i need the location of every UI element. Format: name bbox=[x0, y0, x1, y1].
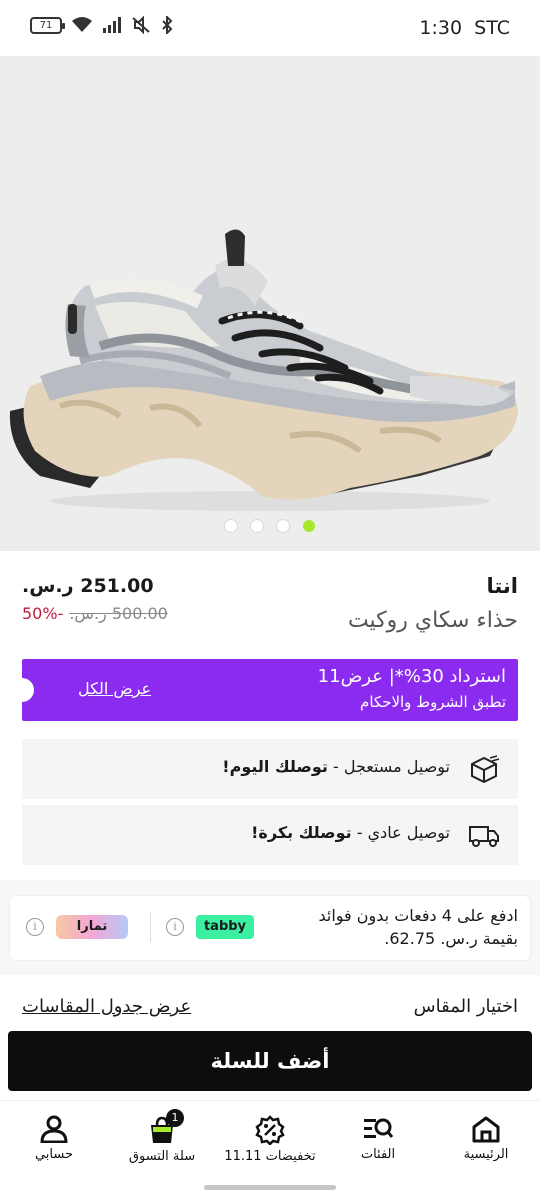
signal-icon bbox=[103, 17, 121, 33]
cart-count-badge: 1 bbox=[166, 1109, 184, 1127]
carousel-dot[interactable] bbox=[251, 520, 263, 532]
truck-icon bbox=[469, 826, 499, 847]
nav-categories[interactable]: الفئات bbox=[324, 1101, 432, 1172]
current-price: 251.00 ر.س. bbox=[22, 575, 154, 597]
installment-box[interactable]: ادفع على 4 دفعات بدون فوائد بقيمة ر.س. 6… bbox=[10, 896, 530, 960]
bottom-nav: الرئيسية الفئات تخفيضات 11.11 1 سلة التس… bbox=[0, 1100, 540, 1172]
mute-icon bbox=[132, 16, 150, 34]
delivery-option-express: توصيل مستعجل - توصلك اليوم! bbox=[22, 739, 518, 799]
add-to-cart-button[interactable]: أضف للسلة bbox=[8, 1031, 532, 1091]
sneaker-image bbox=[9, 229, 518, 511]
promo-title: استرداد 30%*| عرض11 bbox=[317, 666, 506, 687]
nav-account[interactable]: حسابي bbox=[0, 1101, 108, 1172]
carousel-dots bbox=[0, 520, 540, 532]
user-icon bbox=[40, 1115, 68, 1143]
nav-deals-label: تخفيضات 11.11 bbox=[224, 1149, 316, 1164]
gesture-bar[interactable] bbox=[204, 1185, 336, 1190]
discount-badge: 50%- bbox=[22, 604, 64, 623]
wifi-icon bbox=[72, 17, 92, 32]
old-price-row: 50%- 500.00 ر.س. bbox=[22, 604, 168, 623]
home-icon bbox=[472, 1116, 500, 1143]
view-all-link[interactable]: عرض الكل bbox=[78, 679, 151, 698]
old-price: 500.00 ر.س. bbox=[69, 604, 168, 623]
tamara-logo[interactable]: تمارا bbox=[56, 915, 128, 939]
divider bbox=[150, 912, 151, 942]
nav-home[interactable]: الرئيسية bbox=[432, 1101, 540, 1172]
delivery-text: توصيل مستعجل - توصلك اليوم! bbox=[222, 757, 450, 776]
product-image-carousel[interactable] bbox=[0, 56, 540, 551]
info-icon[interactable]: i bbox=[166, 918, 184, 936]
nav-cart-label: سلة التسوق bbox=[128, 1149, 196, 1164]
promo-banner[interactable]: استرداد 30%*| عرض11 تطبق الشروط والاحكام… bbox=[22, 659, 518, 721]
size-select-label: اختيار المقاس bbox=[413, 996, 518, 1017]
promo-notch bbox=[22, 678, 34, 702]
categories-search-icon bbox=[364, 1118, 394, 1138]
status-time: 1:30 STC bbox=[419, 17, 510, 39]
brand-name[interactable]: انتا bbox=[486, 574, 518, 598]
product-name: حذاء سكاي روكيت bbox=[347, 608, 518, 633]
discount-icon bbox=[255, 1115, 285, 1145]
tabby-logo[interactable]: tabby bbox=[196, 915, 254, 939]
installment-line1: ادفع على 4 دفعات بدون فوائد bbox=[318, 906, 518, 925]
bluetooth-icon bbox=[162, 16, 173, 34]
nav-deals[interactable]: تخفيضات 11.11 bbox=[216, 1101, 324, 1172]
nav-categories-label: الفئات bbox=[360, 1147, 396, 1162]
delivery-text: توصيل عادي - توصلك بكرة! bbox=[251, 823, 450, 842]
express-box-icon bbox=[471, 755, 500, 783]
battery-icon: 71 bbox=[30, 16, 65, 34]
nav-cart[interactable]: 1 سلة التسوق bbox=[108, 1101, 216, 1172]
carousel-dot-active[interactable] bbox=[303, 520, 315, 532]
status-icons: 71 bbox=[30, 16, 174, 34]
carousel-dot[interactable] bbox=[225, 520, 237, 532]
info-icon[interactable]: i bbox=[26, 918, 44, 936]
nav-home-label: الرئيسية bbox=[463, 1147, 509, 1162]
installment-line2: بقيمة ر.س. 62.75. bbox=[384, 929, 518, 948]
carousel-dot[interactable] bbox=[277, 520, 289, 532]
size-chart-link[interactable]: عرض جدول المقاسات bbox=[22, 996, 191, 1017]
status-bar: 1:30 STC 71 bbox=[0, 0, 540, 56]
delivery-option-standard: توصيل عادي - توصلك بكرة! bbox=[22, 805, 518, 865]
nav-account-label: حسابي bbox=[34, 1147, 74, 1162]
promo-subtitle: تطبق الشروط والاحكام bbox=[360, 693, 506, 711]
